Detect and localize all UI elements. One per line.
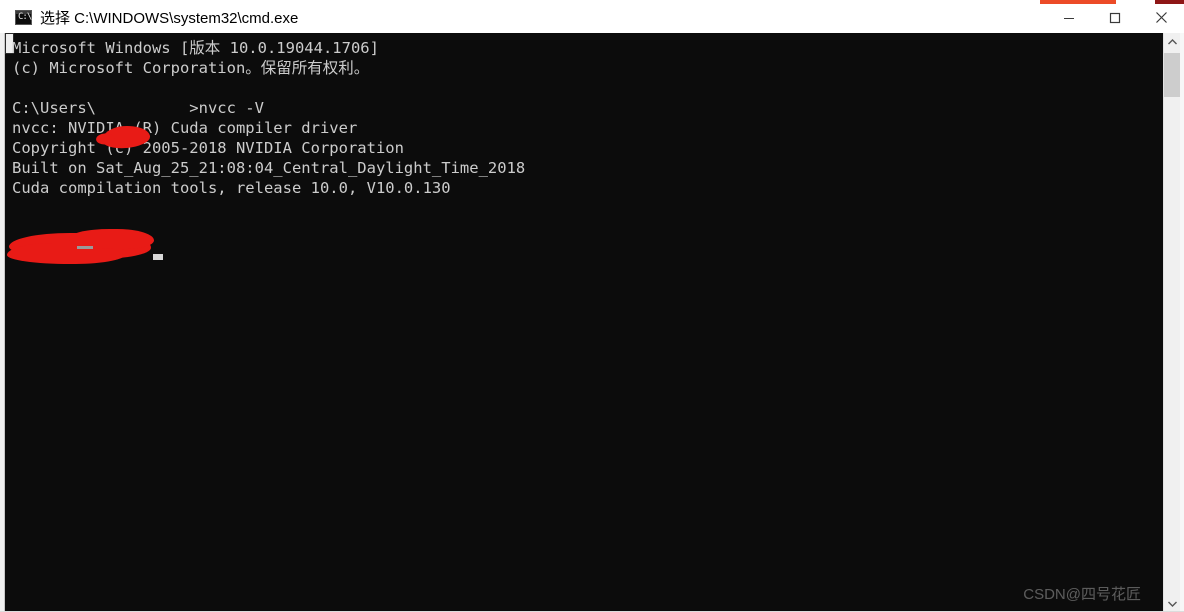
window-controls: [1046, 4, 1184, 31]
scroll-up-arrow-button[interactable]: [1164, 33, 1180, 50]
scrollbar-thumb[interactable]: [1164, 53, 1180, 97]
close-button[interactable]: [1138, 4, 1184, 31]
maximize-button[interactable]: [1092, 4, 1138, 31]
window-title: 选择 C:\WINDOWS\system32\cmd.exe: [40, 10, 299, 27]
console-caret: [153, 254, 163, 260]
minimize-button[interactable]: [1046, 4, 1092, 31]
scroll-down-arrow-button[interactable]: [1164, 595, 1180, 612]
console-scrollbar[interactable]: [1163, 33, 1180, 612]
scrollbar-track[interactable]: [1164, 50, 1180, 595]
console-text: Microsoft Windows [版本 10.0.19044.1706] (…: [12, 39, 526, 197]
chevron-down-icon: [1167, 601, 1177, 607]
redacted-line-residual-pixels: [77, 246, 93, 249]
maximize-icon: [1109, 12, 1121, 23]
cmd-window: C:\ 选择 C:\WINDOWS\system32\cmd.exe Micro…: [0, 4, 1184, 612]
chevron-up-icon: [1167, 38, 1177, 44]
minimize-icon: [1064, 17, 1074, 19]
cmd-icon: C:\: [15, 10, 32, 25]
title-bar[interactable]: C:\ 选择 C:\WINDOWS\system32\cmd.exe: [0, 4, 1184, 31]
csdn-watermark: CSDN@四号花匠: [1023, 586, 1141, 603]
console-output-area[interactable]: Microsoft Windows [版本 10.0.19044.1706] (…: [5, 33, 1163, 612]
screenshot-root: C:\ 选择 C:\WINDOWS\system32\cmd.exe Micro…: [0, 0, 1184, 612]
cmd-icon-glyph: C:\: [18, 12, 32, 22]
close-icon: [1155, 12, 1167, 23]
window-right-border: [1180, 33, 1184, 612]
